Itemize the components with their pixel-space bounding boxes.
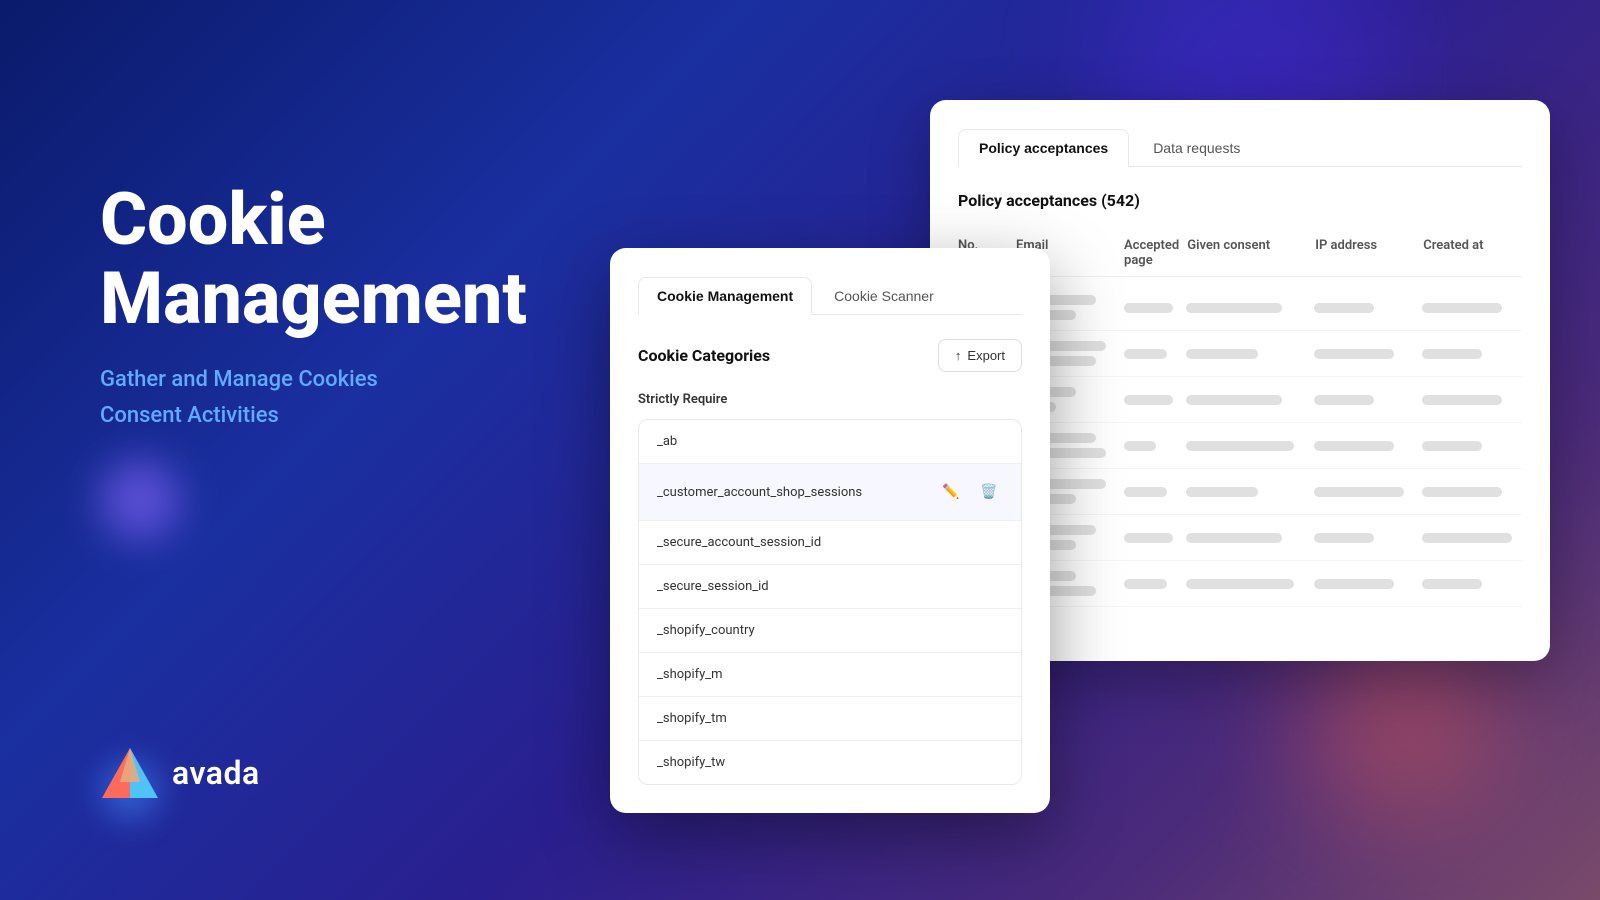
avada-logo-icon [100,746,160,800]
cookie-management-card: Cookie Management Cookie Scanner Cookie … [610,248,1050,813]
ph-consent [1186,487,1258,497]
ph-created [1422,395,1502,405]
ph-consent [1186,533,1282,543]
export-label: Export [967,348,1005,363]
ph-created [1422,441,1482,451]
ph-page [1124,533,1173,543]
export-button[interactable]: ↑ Export [938,339,1022,372]
tab-cookie-management[interactable]: Cookie Management [638,277,812,315]
ph-ip [1314,349,1394,359]
col-ip-address: IP address [1315,238,1415,268]
col-given-consent: Given consent [1187,238,1307,268]
cookie-list: _ab _customer_account_shop_sessions ✏️ 🗑… [638,419,1022,785]
ph-created [1422,349,1482,359]
ph-created [1422,487,1502,497]
tab-cookie-scanner[interactable]: Cookie Scanner [816,277,952,315]
cookie-name-shopify-country: _shopify_country [657,623,755,638]
ph-page [1124,441,1156,451]
ph-consent [1186,395,1282,405]
ph-page [1124,579,1167,589]
cookie-name-customer-account: _customer_account_shop_sessions [657,485,862,500]
ph-page [1124,303,1173,313]
cookie-name-shopify-tw: _shopify_tw [657,755,725,770]
cookie-item-ab[interactable]: _ab [639,420,1021,464]
cookie-item-actions: ✏️ 🗑️ [937,478,1003,506]
cookie-item-secure-account[interactable]: _secure_account_session_id [639,521,1021,565]
hero-subtitle: Gather and Manage Cookies Consent Activi… [100,362,527,432]
ph-consent [1186,303,1282,313]
cookie-item-customer-account[interactable]: _customer_account_shop_sessions ✏️ 🗑️ [639,464,1021,521]
cookie-name-shopify-tm: _shopify_tm [657,711,727,726]
cookie-item-secure-session[interactable]: _secure_session_id [639,565,1021,609]
hero-section: Cookie Management Gather and Manage Cook… [100,180,527,433]
export-icon: ↑ [955,348,962,363]
cookie-item-shopify-m[interactable]: _shopify_m [639,653,1021,697]
ph-ip [1314,579,1394,589]
logo-area: avada [100,746,260,800]
col-created-at: Created at [1423,238,1523,268]
strictly-required-label: Strictly Require [638,392,1022,407]
cookie-item-shopify-tw[interactable]: _shopify_tw [639,741,1021,784]
cookie-name-shopify-m: _shopify_m [657,667,723,682]
cookie-item-shopify-country[interactable]: _shopify_country [639,609,1021,653]
categories-title: Cookie Categories [638,346,770,365]
delete-icon[interactable]: 🗑️ [975,478,1003,506]
tab-data-requests[interactable]: Data requests [1133,129,1260,167]
ph-ip [1314,441,1394,451]
ph-ip [1314,533,1374,543]
hero-title: Cookie Management [100,180,527,338]
ph-created [1422,533,1512,543]
decorative-blob-3 [100,460,180,540]
cookie-card-header: Cookie Categories ↑ Export [638,339,1022,372]
cookie-tabs-row: Cookie Management Cookie Scanner [638,276,1022,315]
hero-subtitle-line1: Gather and Manage Cookies [100,367,378,392]
cookie-item-shopify-tm[interactable]: _shopify_tm [639,697,1021,741]
ph-consent [1186,349,1258,359]
hero-title-line1: Cookie [100,177,326,262]
ph-ip [1314,395,1374,405]
ph-ip [1314,487,1404,497]
col-accepted-page: Accepted page [1124,238,1179,268]
edit-icon[interactable]: ✏️ [937,478,965,506]
cookie-name-ab: _ab [657,434,677,449]
hero-title-line2: Management [100,256,527,341]
ph-ip [1314,303,1374,313]
tab-policy-acceptances[interactable]: Policy acceptances [958,129,1129,167]
cookie-name-secure-session: _secure_session_id [657,579,769,594]
ph-page [1124,487,1167,497]
ph-page [1124,349,1167,359]
ph-page [1124,395,1173,405]
hero-subtitle-line2: Consent Activities [100,403,279,428]
ph-created [1422,579,1482,589]
ph-consent [1186,441,1294,451]
ph-created [1422,303,1502,313]
policy-tabs-row: Policy acceptances Data requests [958,128,1522,167]
policy-heading: Policy acceptances (542) [958,191,1522,210]
ph-consent [1186,579,1294,589]
cookie-name-secure-account: _secure_account_session_id [657,535,821,550]
logo-text: avada [172,754,260,792]
